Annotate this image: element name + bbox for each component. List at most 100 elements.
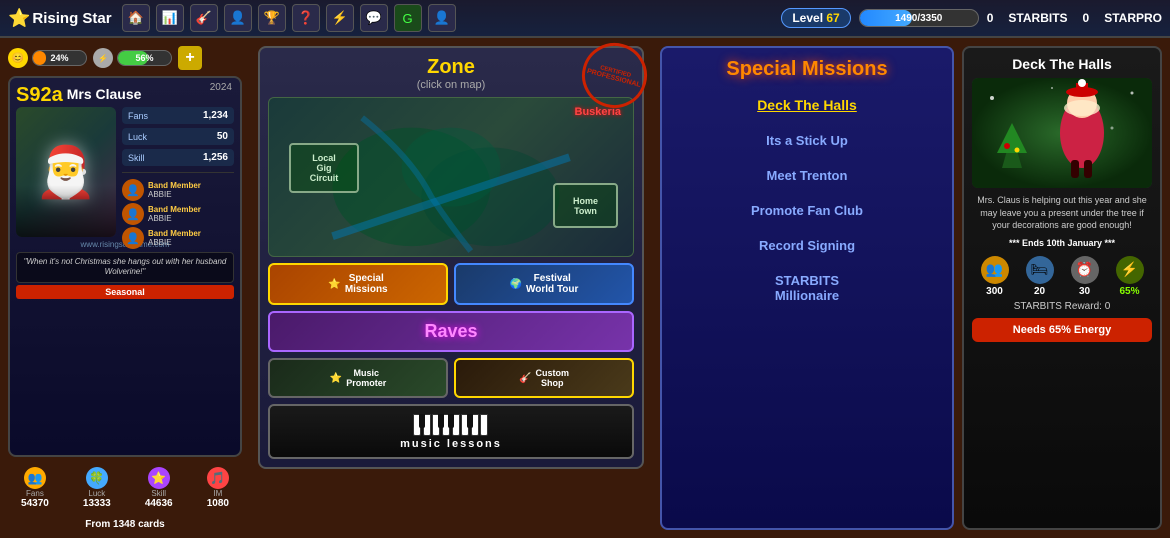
starbits-reward: STARBITS Reward: 0	[972, 301, 1152, 312]
reward-energy-value: 65%	[1119, 286, 1139, 297]
map-area[interactable]: Buskeria Local Gig Circuit Home Town	[268, 97, 634, 257]
starpro-value: 0	[1083, 11, 1090, 25]
mission-promote-fan-club[interactable]: Promote Fan Club	[672, 197, 942, 224]
band-member-2: 👤 Band Member ABBIE	[122, 203, 234, 225]
band-member-icon-3: 👤	[122, 227, 144, 249]
fans-label: Fans	[128, 111, 148, 121]
stat-bars: 😊 24% ⚡ 56% +	[8, 46, 242, 70]
zone-title: Zone	[268, 56, 634, 79]
reward-skill-icon: ⏰	[1071, 256, 1099, 284]
total-skill-label: Skill	[151, 489, 166, 498]
reward-luck-value: 20	[1034, 286, 1045, 297]
total-im-icon: 🎵	[207, 467, 229, 489]
user-icon[interactable]: 👤	[428, 4, 456, 32]
starbits-reward-value: 0	[1105, 301, 1111, 312]
character-card: 2024 S92a Mrs Clause 🎅 Fans 1,234 Luck	[8, 76, 242, 457]
luck-bar-wrap: ⚡ 56%	[93, 48, 172, 68]
reward-skill-value: 30	[1079, 286, 1090, 297]
reward-icons: 👥 300 🛏 20 ⏰ 30 ⚡ 65%	[972, 256, 1152, 297]
special-missions-button[interactable]: ⭐ Special Missions	[268, 263, 448, 305]
needs-energy-button[interactable]: Needs 65% Energy	[972, 318, 1152, 342]
total-luck: 🍀 Luck 13333	[83, 467, 111, 509]
band-member-name-1: ABBIE	[148, 190, 201, 199]
total-im-label: IM	[213, 489, 222, 498]
guitar-icon[interactable]: 🎸	[190, 4, 218, 32]
mission-stick-up[interactable]: Its a Stick Up	[672, 127, 942, 154]
luck-stat-value: 50	[217, 131, 228, 142]
card-detail-description: Mrs. Claus is helping out this year and …	[972, 194, 1152, 232]
fans-stat: Fans 1,234	[122, 107, 234, 124]
ego-bar: 24%	[32, 50, 87, 66]
total-fans: 👥 Fans 54370	[21, 467, 49, 509]
starpro-label: STARPRO	[1104, 11, 1162, 25]
seasonal-badge: Seasonal	[16, 285, 234, 299]
zone-subtitle: (click on map)	[268, 79, 634, 91]
mission-starbits-millionaire[interactable]: STARBITS Millionaire	[672, 267, 942, 309]
mission-deck-halls[interactable]: Deck The Halls	[672, 91, 942, 119]
music-lessons-button[interactable]: music lessons	[268, 404, 634, 459]
cards-count: 1348	[113, 519, 135, 530]
band-member-label-3: Band Member	[148, 229, 201, 238]
reward-fans-value: 300	[986, 286, 1003, 297]
profile-icon[interactable]: 👤	[224, 4, 252, 32]
total-skill-icon: ⭐	[148, 467, 170, 489]
piano-key-black-4	[467, 414, 473, 428]
fans-value: 1,234	[203, 110, 228, 121]
starbits-info: 0 STARBITS 0 STARPRO	[987, 11, 1162, 25]
ego-bar-wrap: 😊 24%	[8, 48, 87, 68]
music-lessons-inner: music lessons	[400, 414, 502, 450]
reward-energy: ⚡ 65%	[1116, 256, 1144, 297]
nav-icons: 🏠 📊 🎸 👤 🏆 ❓ ⚡ 💬 G 👤	[122, 4, 456, 32]
band-member-icon-1: 👤	[122, 179, 144, 201]
logo[interactable]: ⭐ Rising Star	[8, 8, 112, 29]
total-luck-label: Luck	[88, 489, 105, 498]
total-im-value: 1080	[207, 498, 229, 509]
card-detail-svg	[972, 78, 1152, 188]
card-quote: "When it's not Christmas she hangs out w…	[16, 252, 234, 283]
ego-icon: 😊	[8, 48, 28, 68]
nav-right: Level 67 1490/3350 0 STARBITS 0 STARPRO	[781, 8, 1162, 28]
main-content: 😊 24% ⚡ 56% + 2024 S92a Mrs Clause	[0, 38, 1170, 538]
app-title: Rising Star	[32, 10, 111, 27]
home-icon[interactable]: 🏠	[122, 4, 150, 32]
piano-key-black-1	[419, 414, 425, 428]
card-detail-title: Deck The Halls	[972, 56, 1152, 72]
band-member-name-2: ABBIE	[148, 214, 201, 223]
card-id: S92a	[16, 84, 63, 107]
cards-from-label: From	[85, 519, 110, 530]
festival-world-tour-button[interactable]: 🌍 Festival World Tour	[454, 263, 634, 305]
mission-buttons: ⭐ Special Missions 🌍 Festival World Tour…	[268, 263, 634, 459]
xp-text: 1490/3350	[860, 10, 978, 26]
card-detail-panel: Deck The Halls	[962, 46, 1162, 530]
cards-suffix: cards	[138, 519, 165, 530]
total-fans-icon: 👥	[24, 467, 46, 489]
hometown-zone[interactable]: Home Town	[553, 183, 618, 228]
starbits-label: STARBITS	[1008, 11, 1067, 25]
chat-icon[interactable]: 💬	[360, 4, 388, 32]
trophy-icon[interactable]: 🏆	[258, 4, 286, 32]
luck-bar-text: 56%	[118, 51, 171, 65]
mission-meet-trenton[interactable]: Meet Trenton	[672, 162, 942, 189]
local-gig-zone[interactable]: Local Gig Circuit	[289, 143, 359, 193]
stats-icon[interactable]: 📊	[156, 4, 184, 32]
reward-fans-icon: 👥	[981, 256, 1009, 284]
ego-bar-text: 24%	[33, 51, 86, 65]
luck-stat-label: Luck	[128, 132, 147, 142]
reward-luck: 🛏 20	[1026, 256, 1054, 297]
skill-label: Skill	[128, 153, 145, 163]
total-luck-value: 13333	[83, 498, 111, 509]
mission-record-signing[interactable]: Record Signing	[672, 232, 942, 259]
reward-luck-icon: 🛏	[1026, 256, 1054, 284]
music-promoter-button[interactable]: ⭐ Music Promoter	[268, 358, 448, 398]
plus-button[interactable]: +	[178, 46, 202, 70]
lightning-icon[interactable]: ⚡	[326, 4, 354, 32]
top-nav: ⭐ Rising Star 🏠 📊 🎸 👤 🏆 ❓ ⚡ 💬 G 👤 Level …	[0, 0, 1170, 38]
skill-stat: Skill 1,256	[122, 149, 234, 166]
xp-bar: 1490/3350	[859, 9, 979, 27]
card-character-image: 🎅	[16, 107, 116, 237]
help-icon[interactable]: ❓	[292, 4, 320, 32]
raves-button[interactable]: Raves	[268, 311, 634, 352]
left-panel: 😊 24% ⚡ 56% + 2024 S92a Mrs Clause	[0, 38, 250, 538]
custom-shop-button[interactable]: 🎸 Custom Shop	[454, 358, 634, 398]
hive-icon[interactable]: G	[394, 4, 422, 32]
